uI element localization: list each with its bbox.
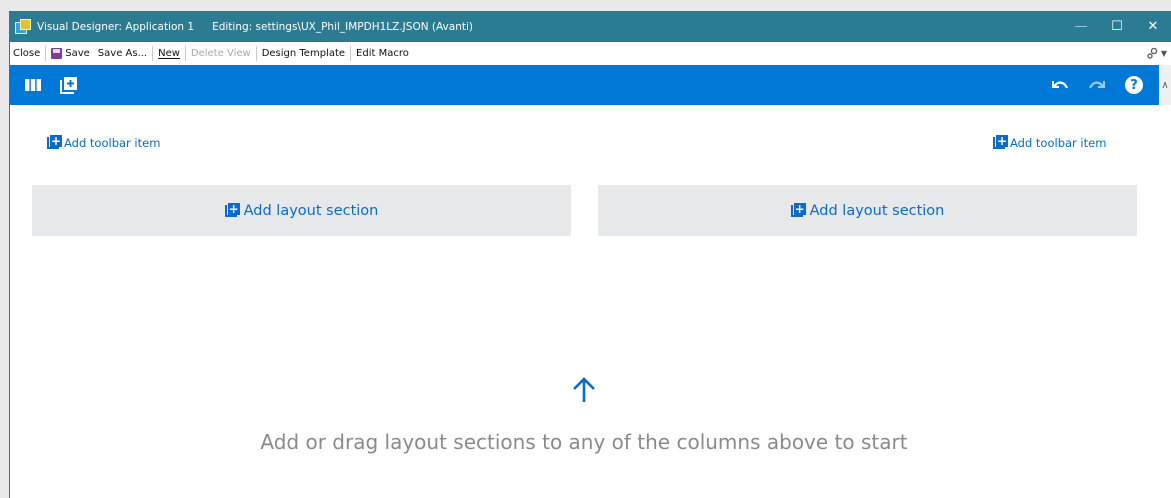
toolbar-right-group: ? <box>1048 74 1159 96</box>
columns-icon[interactable] <box>22 74 44 96</box>
chevron-down-icon: ▼ <box>1160 49 1167 58</box>
scroll-up-button[interactable]: ∧ <box>1159 65 1171 105</box>
layout-canvas: + Add toolbar item + Add toolbar item + … <box>9 105 1159 498</box>
menu-separator <box>255 46 257 61</box>
add-layout-section-icon: + <box>224 203 240 218</box>
menu-options[interactable]: ▼ <box>1146 47 1171 60</box>
edit-macro-menu-item[interactable]: Edit Macro <box>352 48 413 59</box>
window-title: Visual Designer: Application 1 <box>37 20 195 33</box>
chevron-up-icon: ∧ <box>1161 79 1169 91</box>
maximize-button[interactable]: ☐ <box>1099 11 1135 42</box>
add-toolbar-item-label: Add toolbar item <box>64 135 161 150</box>
menu-separator <box>184 46 186 61</box>
minimize-button[interactable]: — <box>1063 11 1099 42</box>
add-layout-section-label: Add layout section <box>243 202 379 219</box>
window-border <box>9 11 10 498</box>
delete-view-menu-item[interactable]: Delete View <box>187 48 255 59</box>
editing-file-title: Editing: settings\UX_Phil_IMPDH1LZ.JSON … <box>212 20 473 33</box>
add-layout-section-right-button[interactable]: + Add layout section <box>598 185 1137 236</box>
save-menu-item[interactable]: Save <box>47 48 94 59</box>
redo-icon[interactable] <box>1085 74 1109 96</box>
title-bar: Visual Designer: Application 1 Editing: … <box>9 11 1171 42</box>
add-layout-section-label: Add layout section <box>809 202 945 219</box>
arrow-up-icon <box>569 375 599 405</box>
visual-designer-window: Visual Designer: Application 1 Editing: … <box>9 11 1171 498</box>
settings-gears-icon <box>1147 47 1158 59</box>
new-menu-item[interactable]: New <box>154 48 184 59</box>
add-toolbar-item-icon: + <box>47 135 62 150</box>
menu-separator <box>350 46 352 61</box>
add-toolbar-item-label: Add toolbar item <box>1010 135 1107 150</box>
design-template-menu-item[interactable]: Design Template <box>258 48 349 59</box>
menu-bar: Close Save Save As... New Delete View De… <box>9 42 1171 65</box>
help-glyph: ? <box>1125 76 1143 94</box>
close-menu-item[interactable]: Close <box>9 48 44 59</box>
menu-separator <box>45 46 47 61</box>
window-controls: — ☐ ✕ <box>1063 11 1171 42</box>
menu-separator <box>152 46 154 61</box>
add-page-icon[interactable] <box>57 74 79 96</box>
app-icon <box>15 18 31 35</box>
add-toolbar-item-right-button[interactable]: + Add toolbar item <box>993 135 1106 150</box>
save-icon <box>51 48 63 59</box>
help-icon[interactable]: ? <box>1122 74 1146 96</box>
save-label: Save <box>65 48 90 59</box>
close-window-button[interactable]: ✕ <box>1135 11 1171 42</box>
undo-icon[interactable] <box>1048 74 1072 96</box>
add-layout-section-icon: + <box>790 203 806 218</box>
empty-state-hint: Add or drag layout sections to any of th… <box>260 430 908 454</box>
add-toolbar-item-left-button[interactable]: + Add toolbar item <box>47 135 160 150</box>
save-as-menu-item[interactable]: Save As... <box>94 48 151 59</box>
designer-toolbar: ? <box>9 65 1159 105</box>
add-layout-section-left-button[interactable]: + Add layout section <box>32 185 571 236</box>
add-toolbar-item-icon: + <box>993 135 1008 150</box>
